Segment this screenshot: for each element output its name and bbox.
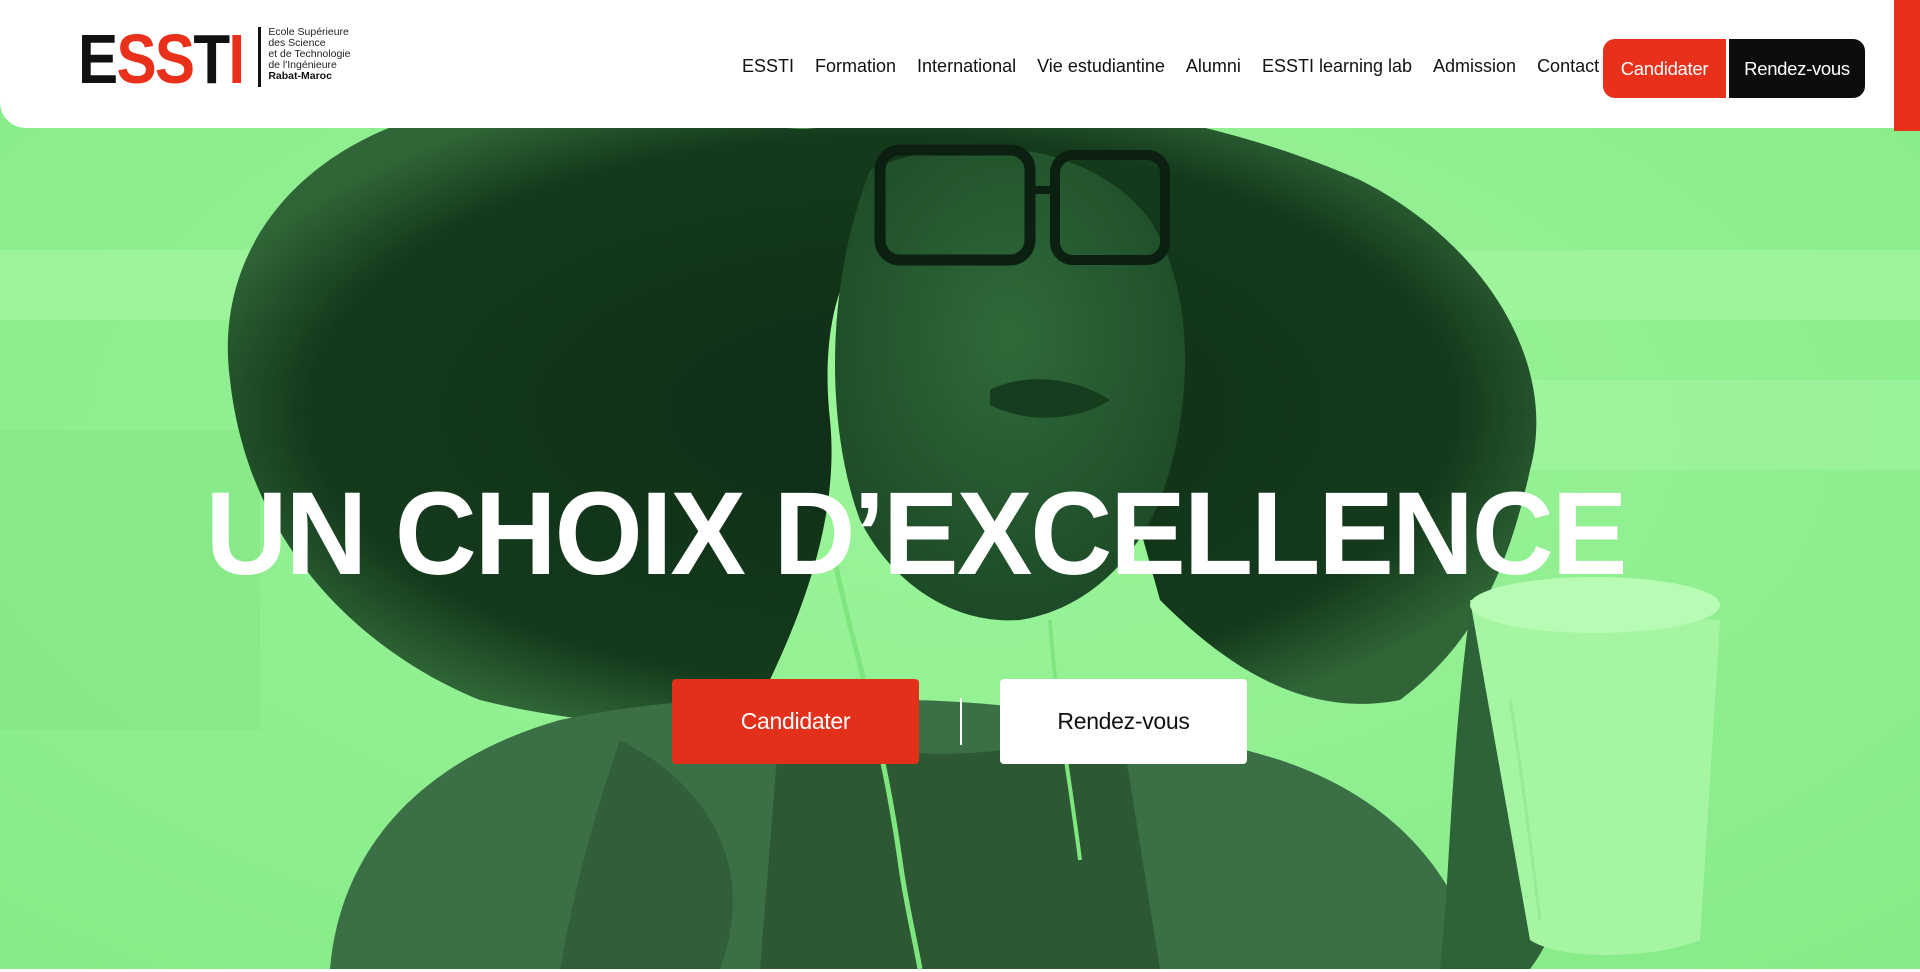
header-apply-button[interactable]: Candidater [1603,39,1726,98]
nav-item-admission[interactable]: Admission [1433,56,1516,77]
nav-item-essti[interactable]: ESSTI [742,56,794,77]
hero-apply-button[interactable]: Candidater [672,679,919,764]
nav-item-contact[interactable]: Contact [1537,56,1599,77]
logo-location: Rabat-Maroc [268,70,332,82]
logo-wordmark: E S S T I [78,20,245,98]
header-cta-group: Candidater Rendez-vous [1603,39,1865,98]
logo-letter-i: I [228,20,245,98]
logo-letter-e: E [78,20,118,98]
site-header: E S S T I Ecole Supérieure des Science e… [0,0,1894,128]
main-nav: ESSTI Formation International Vie estudi… [742,56,1599,77]
nav-item-vie-estudiantine[interactable]: Vie estudiantine [1037,56,1165,77]
hero-cta-group: Candidater Rendez-vous [672,679,1247,764]
page: UN CHOIX D’EXCELLENCE Candidater Rendez-… [0,0,1920,972]
essti-logo[interactable]: E S S T I Ecole Supérieure des Science e… [78,20,350,98]
logo-tagline: Ecole Supérieure des Science et de Techn… [268,27,350,82]
hero-appointment-button[interactable]: Rendez-vous [1000,679,1247,764]
hero-title-text: UN CHOIX D’EXCELLENCE [206,468,1628,600]
logo-letter-t: T [193,20,230,98]
hero-section: UN CHOIX D’EXCELLENCE Candidater Rendez-… [0,0,1920,969]
nav-item-formation[interactable]: Formation [815,56,896,77]
hero-title: UN CHOIX D’EXCELLENCE [0,474,1920,594]
header-red-accent-stripe [1894,0,1920,131]
logo-letter-s2: S [154,20,195,98]
nav-item-learning-lab[interactable]: ESSTI learning lab [1262,56,1412,77]
logo-divider [258,27,262,87]
hero-cta-divider [960,698,962,745]
header-appointment-button[interactable]: Rendez-vous [1729,39,1865,98]
nav-item-alumni[interactable]: Alumni [1186,56,1241,77]
nav-item-international[interactable]: International [917,56,1016,77]
logo-letter-s1: S [116,20,156,98]
